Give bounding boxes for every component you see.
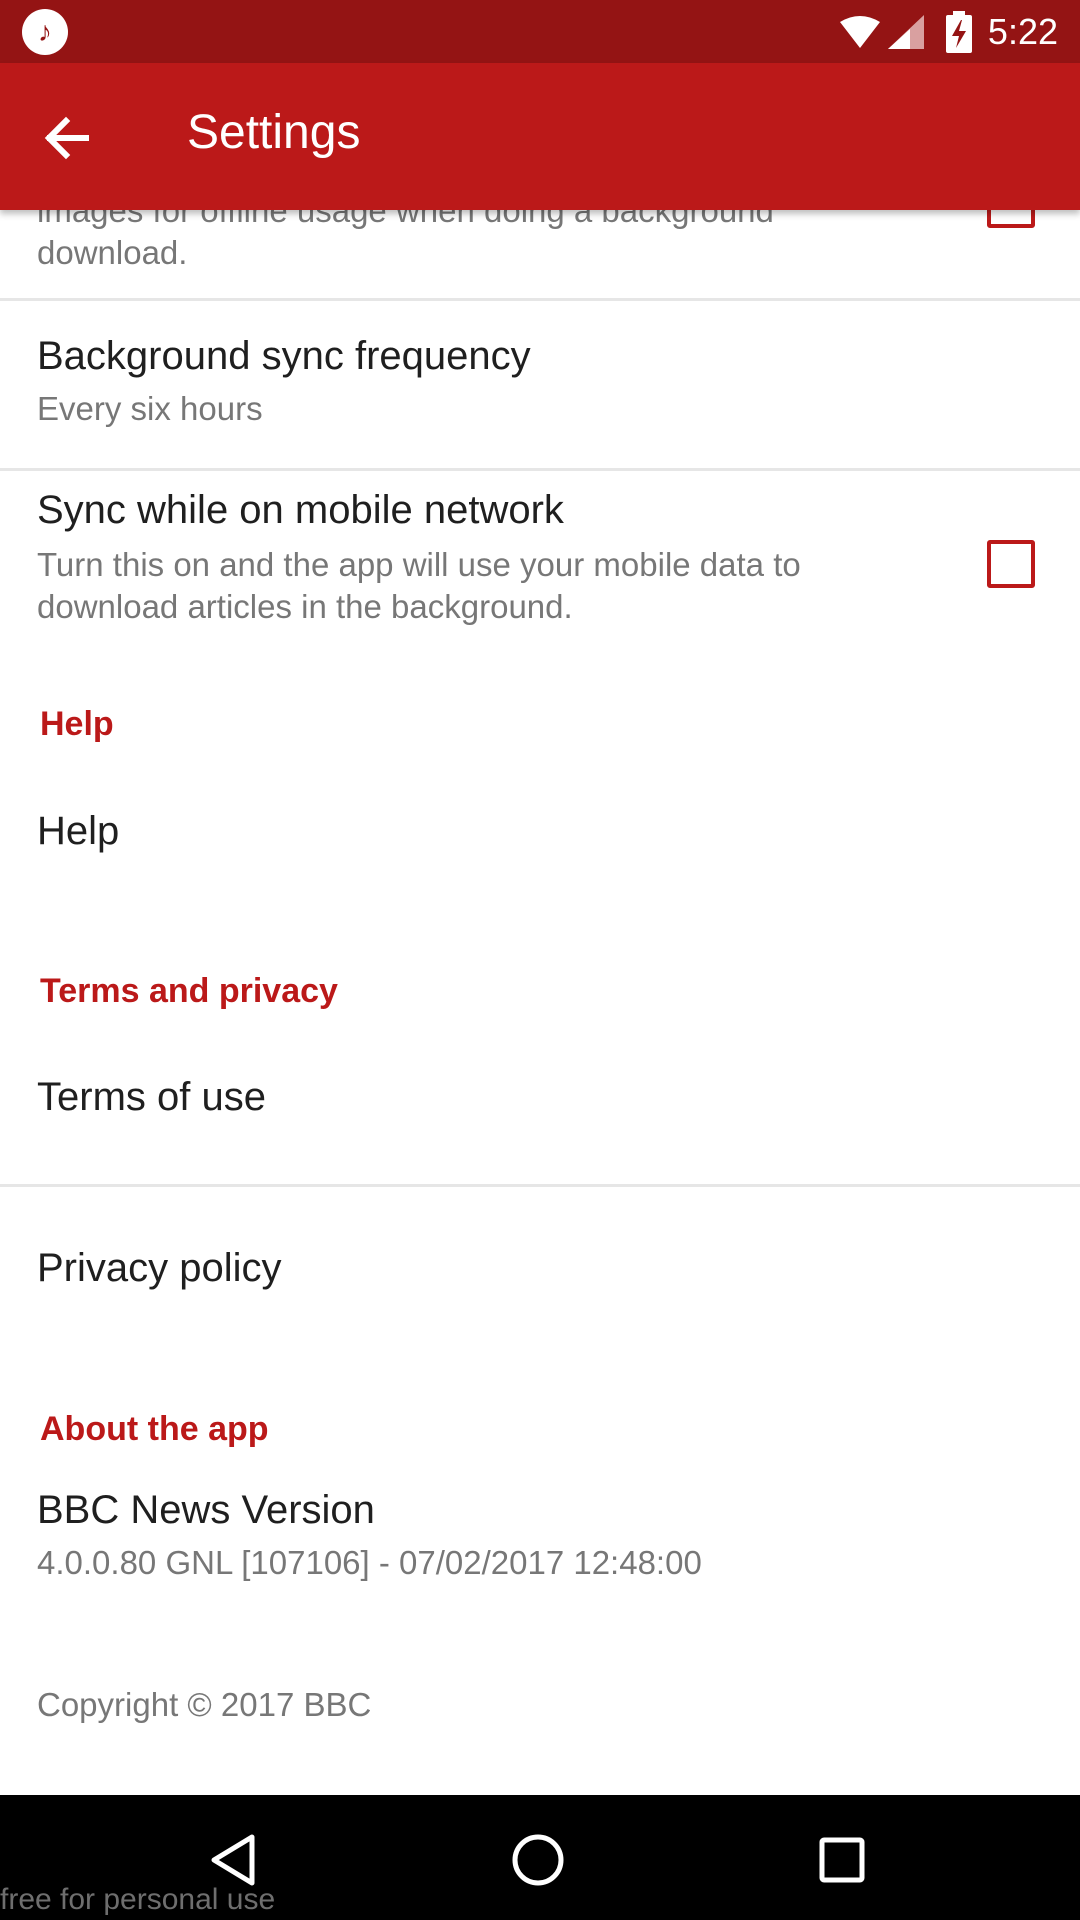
watermark-text: free for personal use bbox=[0, 1883, 276, 1916]
page-title: Settings bbox=[187, 106, 361, 159]
version-value: 4.0.0.80 GNL [107106] - 07/02/2017 12:48… bbox=[37, 1544, 702, 1581]
section-header-terms: Terms and privacy bbox=[40, 972, 338, 1010]
recents-square-icon bbox=[819, 1837, 865, 1883]
offline-images-subtitle-2: download. bbox=[37, 234, 188, 271]
mobile-sync-title: Sync while on mobile network bbox=[37, 488, 564, 532]
privacy-policy-item[interactable]: Privacy policy bbox=[37, 1243, 282, 1293]
mobile-sync-checkbox[interactable] bbox=[987, 540, 1035, 588]
section-header-help: Help bbox=[40, 705, 114, 743]
divider bbox=[0, 298, 1080, 301]
cellular-signal-icon bbox=[887, 14, 924, 49]
help-item[interactable]: Help bbox=[37, 806, 119, 856]
home-circle-icon bbox=[512, 1834, 564, 1886]
mobile-sync-subtitle-1: Turn this on and the app will use your m… bbox=[37, 546, 801, 583]
status-icons: 5:22 bbox=[838, 0, 1058, 63]
app-bar: Settings bbox=[0, 63, 1080, 210]
background-sync-title: Background sync frequency bbox=[37, 334, 531, 378]
terms-of-use-item[interactable]: Terms of use bbox=[37, 1072, 266, 1122]
copyright-text: Copyright © 2017 BBC bbox=[37, 1686, 372, 1723]
mobile-sync-subtitle-2: download articles in the background. bbox=[37, 588, 573, 625]
battery-charging-icon bbox=[945, 10, 972, 53]
section-header-about: About the app bbox=[40, 1410, 269, 1448]
bbc-news-icon: ♪ bbox=[22, 9, 68, 55]
nav-recents-button[interactable] bbox=[807, 1825, 877, 1895]
nav-home-button[interactable] bbox=[503, 1825, 573, 1895]
divider bbox=[0, 1184, 1080, 1187]
background-sync-value: Every six hours bbox=[37, 390, 263, 427]
offline-images-subtitle-1: images for offline usage when doing a ba… bbox=[37, 210, 774, 229]
back-button[interactable] bbox=[26, 96, 110, 180]
divider bbox=[0, 468, 1080, 471]
settings-list[interactable]: images for offline usage when doing a ba… bbox=[0, 210, 1080, 1795]
offline-images-checkbox[interactable] bbox=[987, 210, 1035, 228]
version-title: BBC News Version bbox=[37, 1488, 375, 1532]
status-time: 5:22 bbox=[987, 10, 1058, 52]
wifi-icon bbox=[839, 15, 880, 48]
status-bar: ♪ 5:22 bbox=[0, 0, 1080, 63]
back-arrow-icon bbox=[44, 116, 89, 160]
